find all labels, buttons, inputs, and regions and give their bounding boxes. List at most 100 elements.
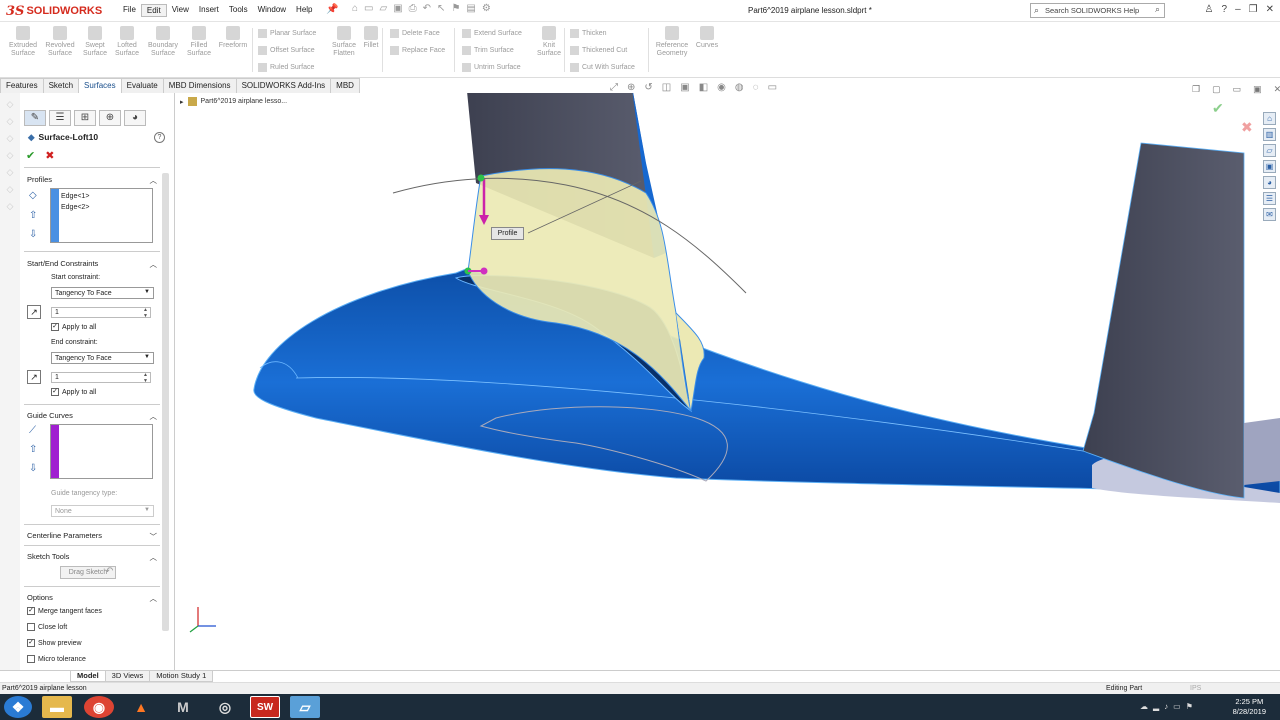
fillet-button[interactable]: Fillet: [352, 26, 390, 50]
offset-surface-button[interactable]: Offset Surface: [258, 46, 315, 55]
menu-edit[interactable]: Edit: [140, 4, 167, 17]
collapse-chevron-icon[interactable]: ︿: [150, 259, 158, 270]
help-search-input[interactable]: ⌕ Search SOLIDWORKS Help ⌕: [1030, 3, 1165, 18]
previous-view-icon[interactable]: ↺: [644, 82, 652, 93]
tree-expand-icon[interactable]: ▸: [180, 98, 184, 106]
reference-geometry-button[interactable]: Reference Geometry: [652, 26, 692, 58]
file-explorer-taskbar-icon[interactable]: ▬: [42, 696, 72, 718]
move-up-arrow-icon[interactable]: ⇧: [29, 210, 37, 221]
undo-sketch-drag-icon[interactable]: ↶: [105, 566, 113, 577]
hide-show-icon[interactable]: ◉: [717, 82, 726, 93]
collapse-chevron-icon[interactable]: ︿: [150, 175, 158, 186]
spinner-icon[interactable]: ▲ ▼: [143, 372, 148, 384]
menu-window[interactable]: Window: [253, 4, 291, 17]
save-icon[interactable]: ▣: [393, 3, 402, 14]
tab-model[interactable]: Model: [70, 671, 106, 682]
strip-tool-icon[interactable]: ◇: [0, 150, 20, 161]
zoom-area-icon[interactable]: ⊕: [627, 82, 635, 93]
collapse-chevron-icon[interactable]: ︿: [150, 411, 158, 422]
strip-tool-icon[interactable]: ◇: [0, 99, 20, 110]
file-explorer-icon[interactable]: ▱: [1263, 144, 1276, 157]
thickened-cut-button[interactable]: Thickened Cut: [570, 46, 627, 55]
micro-tolerance-checkbox[interactable]: Micro tolerance: [27, 655, 86, 663]
options-section-header[interactable]: Options ︿: [27, 593, 157, 604]
feature-tree-tab-icon[interactable]: ☰: [49, 110, 71, 126]
start-tangent-length-input[interactable]: 1 ▲ ▼: [51, 307, 151, 319]
end-tangent-length-input[interactable]: 1 ▲ ▼: [51, 372, 151, 384]
spinner-icon[interactable]: ▲ ▼: [143, 307, 148, 319]
delete-face-button[interactable]: Delete Face: [390, 29, 440, 38]
confirm-cancel-icon[interactable]: ✖: [1241, 119, 1253, 136]
end-apply-to-all-checkbox[interactable]: ✓ Apply to all: [51, 388, 96, 396]
move-down-arrow-icon[interactable]: ⇩: [29, 229, 37, 240]
m-app-taskbar-icon[interactable]: M: [168, 696, 198, 718]
strip-tool-icon[interactable]: ◇: [0, 133, 20, 144]
tab-evaluate[interactable]: Evaluate: [120, 78, 164, 93]
tab-3d-views[interactable]: 3D Views: [104, 671, 151, 682]
chrome-taskbar-icon[interactable]: ◉: [84, 696, 114, 718]
cut-with-surface-button[interactable]: Cut With Surface: [570, 63, 635, 72]
start-apply-to-all-checkbox[interactable]: ✓ Apply to all: [51, 323, 96, 331]
expand-chevron-icon[interactable]: ﹀: [150, 531, 158, 542]
centerline-section-header[interactable]: Centerline Parameters ﹀: [27, 531, 157, 542]
strip-tool-icon[interactable]: ◇: [0, 116, 20, 127]
restore-icon[interactable]: ❐: [1249, 4, 1258, 15]
apply-scene-icon[interactable]: ◌: [753, 82, 759, 93]
solidworks-taskbar-icon[interactable]: SW: [250, 696, 280, 718]
minimize-icon[interactable]: –: [1235, 4, 1241, 15]
direction-vector-icon[interactable]: ↗: [27, 370, 41, 384]
start-constraint-select[interactable]: Tangency To Face ▼: [51, 287, 154, 299]
planar-surface-button[interactable]: Planar Surface: [258, 29, 316, 38]
pin-icon[interactable]: 📌: [326, 4, 338, 15]
tab-sketch[interactable]: Sketch: [42, 78, 80, 93]
knit-surface-button[interactable]: Knit Surface: [529, 26, 569, 58]
taskbar-clock[interactable]: 2:25 PM 8/28/2019: [1233, 697, 1266, 717]
cloud-icon[interactable]: ☁: [1140, 702, 1148, 711]
tab-motion-study[interactable]: Motion Study 1: [149, 671, 214, 682]
merge-tangent-faces-checkbox[interactable]: ✓ Merge tangent faces: [27, 607, 102, 615]
panel-scrollbar[interactable]: [162, 173, 169, 631]
profiles-list[interactable]: Edge<1> Edge<2>: [50, 188, 153, 243]
tab-surfaces[interactable]: Surfaces: [78, 78, 122, 93]
network-icon[interactable]: ▂: [1153, 702, 1159, 711]
guide-curves-list[interactable]: [50, 424, 153, 479]
print-icon[interactable]: ⎙: [409, 3, 417, 14]
edit-appearance-icon[interactable]: ◍: [735, 82, 744, 93]
collapse-chevron-icon[interactable]: ︿: [150, 593, 158, 604]
end-constraint-select[interactable]: Tangency To Face ▼: [51, 352, 154, 364]
close-icon[interactable]: ✕: [1266, 4, 1274, 15]
cancel-x-icon[interactable]: ✖: [45, 149, 54, 162]
select-icon[interactable]: ↖: [437, 3, 445, 14]
ruled-surface-button[interactable]: Ruled Surface: [258, 63, 314, 72]
user-icon[interactable]: ♙: [1205, 4, 1214, 15]
menu-help[interactable]: Help: [291, 4, 317, 17]
menu-tools[interactable]: Tools: [224, 4, 253, 17]
undo-icon[interactable]: ↶: [423, 3, 431, 14]
display-style-icon[interactable]: ◧: [699, 82, 708, 93]
direction-vector-icon[interactable]: ↗: [27, 305, 41, 319]
extend-surface-button[interactable]: Extend Surface: [462, 29, 522, 38]
show-preview-checkbox[interactable]: ✓ Show preview: [27, 639, 82, 647]
design-library-icon[interactable]: ▥: [1263, 128, 1276, 141]
options-gear-icon[interactable]: ⚙: [482, 3, 491, 14]
display-manager-tab-icon[interactable]: ◕: [124, 110, 146, 126]
profile-callout[interactable]: Profile: [491, 227, 524, 240]
tab-features[interactable]: Features: [0, 78, 44, 93]
trim-surface-button[interactable]: Trim Surface: [462, 46, 514, 55]
obs-taskbar-icon[interactable]: ◎: [210, 696, 240, 718]
status-units[interactable]: IPS: [1190, 685, 1201, 692]
airplane-model-view[interactable]: [176, 93, 1280, 670]
home-icon[interactable]: ⌂: [352, 3, 358, 14]
strip-tool-icon[interactable]: ◇: [0, 201, 20, 212]
matlab-taskbar-icon[interactable]: ▲: [126, 696, 156, 718]
boundary-surface-button[interactable]: Boundary Surface: [143, 26, 183, 58]
property-manager-tab-icon[interactable]: ✎: [24, 110, 46, 126]
lofted-surface-button[interactable]: Lofted Surface: [107, 26, 147, 58]
strip-tool-icon[interactable]: ◇: [0, 184, 20, 195]
collapse-chevron-icon[interactable]: ︿: [150, 552, 158, 563]
section-view-icon[interactable]: ◫: [662, 82, 671, 93]
constraints-section-header[interactable]: Start/End Constraints ︿: [27, 259, 157, 270]
curves-button[interactable]: Curves: [688, 26, 726, 50]
sketch-tools-section-header[interactable]: Sketch Tools ︿: [27, 552, 157, 563]
confirm-ok-icon[interactable]: ✔: [1212, 100, 1224, 117]
